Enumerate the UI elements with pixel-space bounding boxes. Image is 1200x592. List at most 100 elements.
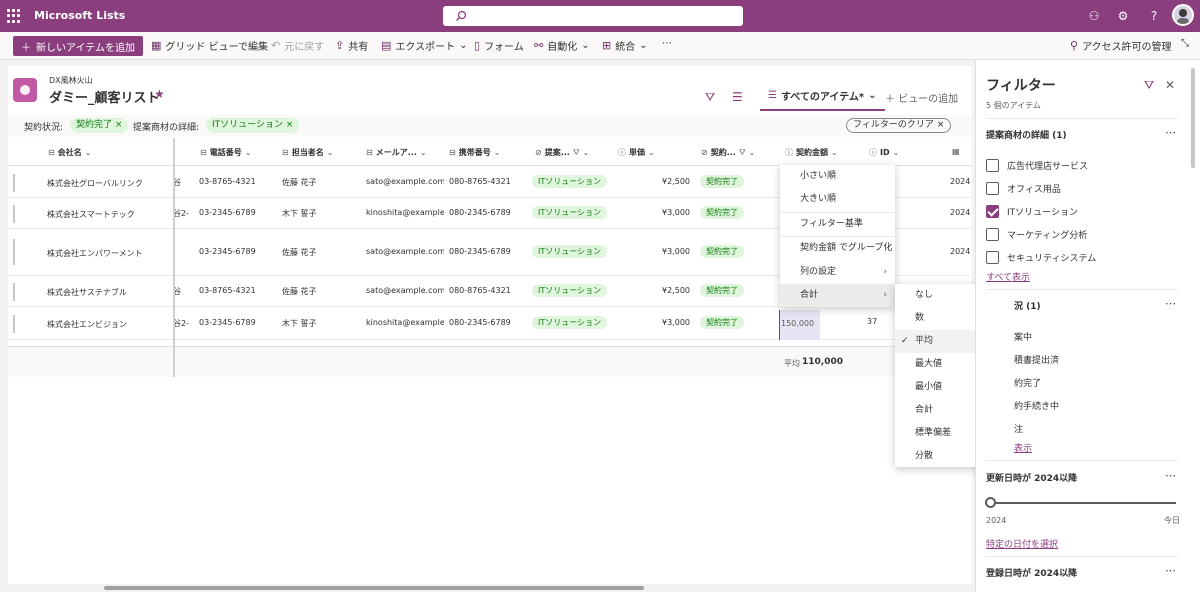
phone-cell: 03-2345-6789 <box>199 247 256 256</box>
group-by-item[interactable]: 契約金額 でグループ化 <box>780 237 895 260</box>
close-icon[interactable]: ✕ <box>1165 78 1175 92</box>
more-options-icon[interactable]: ⋯ <box>1165 126 1176 139</box>
option-office-supplies[interactable]: オフィス用品 <box>986 181 1061 195</box>
horizontal-scrollbar[interactable] <box>104 586 644 590</box>
status-tag: 契約完了 <box>700 206 744 219</box>
clear-filter-icon[interactable]: ⛛ <box>1144 78 1154 93</box>
checkbox[interactable] <box>986 158 999 172</box>
col-id[interactable]: ⓘ ID ⌄ <box>869 147 899 158</box>
more-options-icon[interactable]: ⋯ <box>1165 469 1176 482</box>
chevron-down-icon: ⌄ <box>581 40 590 51</box>
col-company[interactable]: ⊟ 会社名 ⌄ <box>48 147 91 158</box>
calendar-icon[interactable]: ▦ <box>952 147 960 156</box>
date-slider-handle[interactable] <box>985 497 996 508</box>
row-selector[interactable] <box>13 205 15 223</box>
option-marketing[interactable]: マーケティング分析 <box>986 227 1087 241</box>
people-icon[interactable]: ⚇ <box>1086 8 1102 24</box>
close-icon[interactable]: × <box>115 120 123 130</box>
help-icon[interactable]: ? <box>1146 8 1162 24</box>
sort-ascending-item[interactable]: 小さい順 <box>780 165 895 188</box>
status-option[interactable]: 案中 <box>1014 330 1032 344</box>
row-selector[interactable] <box>13 239 15 265</box>
totals-row: 平均 110,000 <box>8 346 972 377</box>
status-option[interactable]: 約完了 <box>1014 376 1041 390</box>
email-cell[interactable]: kinoshita@example... <box>366 208 444 217</box>
more-button[interactable]: ⋯ <box>662 38 672 49</box>
site-name[interactable]: DX風林火山 <box>49 75 93 86</box>
status-option[interactable]: 注 <box>1014 422 1023 436</box>
row-selector[interactable] <box>13 283 15 301</box>
grid-edit-button[interactable]: ▦ グリッド ビューで編集 <box>151 38 268 53</box>
date-slider-track[interactable] <box>990 502 1176 504</box>
forms-button[interactable]: ▯ フォーム <box>474 38 524 53</box>
show-all-link[interactable]: 表示 <box>1014 441 1032 454</box>
add-view-button[interactable]: ＋ ビューの追加 <box>885 90 958 105</box>
totals-item[interactable]: 合計 › <box>780 284 895 307</box>
slider-max-label: 今日 <box>1164 516 1180 525</box>
email-cell[interactable]: sato@example.com <box>366 286 444 295</box>
checkbox[interactable] <box>986 181 999 195</box>
filter-icon[interactable]: ⛛ <box>705 90 715 105</box>
share-button[interactable]: ⇪ 共有 <box>335 38 368 53</box>
col-contract[interactable]: ⊘ 契約... ⛛ ⌄ <box>701 147 755 158</box>
favorite-star-icon[interactable]: ★ <box>154 87 165 101</box>
undo-icon: ↶ <box>271 39 281 52</box>
status-option[interactable]: 積書提出済 <box>1014 353 1059 367</box>
col-person[interactable]: ⊟ 担当者名 ⌄ <box>282 147 333 158</box>
option-security[interactable]: セキュリティシステム <box>986 250 1096 264</box>
option-it-solution[interactable]: ITソリューション <box>986 204 1078 218</box>
more-options-icon[interactable]: ⋯ <box>1165 297 1176 310</box>
sort-descending-item[interactable]: 大きい順 <box>780 188 895 211</box>
company-cell: 株式会社エンビジョン <box>47 320 127 329</box>
col-phone[interactable]: ⊟ 電話番号 ⌄ <box>200 147 251 158</box>
option-ad-agency[interactable]: 広告代理店サービス <box>986 158 1088 172</box>
app-title[interactable]: Microsoft Lists <box>34 9 125 22</box>
email-cell[interactable]: sato@example.com <box>366 247 444 256</box>
undo-button[interactable]: ↶ 元に戻す <box>271 38 324 53</box>
pane-scrollbar[interactable] <box>1191 68 1195 168</box>
product-filter-pill[interactable]: ITソリューション × <box>206 118 300 133</box>
tab-all-items[interactable]: ☰ すべてのアイテム* ⌄ <box>760 81 885 111</box>
product-section-title[interactable]: 提案商材の詳細 (1) <box>986 128 1067 141</box>
date-cell: 2024 <box>950 247 970 256</box>
email-cell[interactable]: kinoshita@example... <box>366 318 444 327</box>
settings-icon[interactable]: ⚙ <box>1115 8 1131 24</box>
list-title[interactable]: ダミー_顧客リスト <box>49 87 160 106</box>
view-options-icon[interactable]: ☰ <box>732 90 743 104</box>
created-section-title[interactable]: 登録日時が 2024以降 <box>986 566 1077 579</box>
address-cell: 谷2- <box>173 209 189 218</box>
status-filter-pill[interactable]: 契約完了 × <box>70 118 129 133</box>
avatar[interactable] <box>1172 4 1194 26</box>
integrate-label: 統合 <box>615 42 636 53</box>
col-unit-price[interactable]: ⓘ 単価 ⌄ <box>618 147 655 158</box>
select-date-link[interactable]: 特定の日付を選択 <box>986 537 1058 550</box>
row-selector[interactable] <box>13 315 15 333</box>
table-row[interactable]: 株式会社エンビジョン 谷2- 03-2345-6789 木下 誓子 kinosh… <box>8 307 972 340</box>
more-options-icon[interactable]: ⋯ <box>1165 564 1176 577</box>
clear-filters-button[interactable]: フィルターのクリア × <box>846 118 952 133</box>
export-button[interactable]: ▤ エクスポート ⌄ <box>381 38 468 53</box>
app-launcher-icon[interactable] <box>7 9 21 23</box>
row-selector[interactable] <box>13 174 15 192</box>
col-email[interactable]: ⊟ メールア... ⌄ <box>366 147 427 158</box>
collapse-icon[interactable]: ⤡ <box>1181 38 1189 49</box>
col-proposal[interactable]: ⊘ 提案... ⛛ ⌄ <box>535 147 589 158</box>
close-icon[interactable]: × <box>286 120 294 130</box>
col-amount[interactable]: ⓘ 契約金額 ⌄ <box>785 147 838 158</box>
status-option[interactable]: 約手続き中 <box>1014 399 1059 413</box>
checkbox-checked[interactable] <box>986 204 999 218</box>
checkbox[interactable] <box>986 250 999 264</box>
show-all-link[interactable]: すべて表示 <box>986 270 1030 283</box>
status-section-title[interactable]: 況 (1) <box>1014 299 1041 312</box>
automate-button[interactable]: ⚯ 自動化 ⌄ <box>534 38 590 53</box>
col-mobile[interactable]: ⊟ 携帯番号 ⌄ <box>449 147 500 158</box>
integrate-button[interactable]: ⊞ 統合 ⌄ <box>602 38 648 53</box>
filter-by-item[interactable]: フィルター基準 <box>780 213 895 236</box>
manage-access-button[interactable]: ⚲ アクセス許可の管理 <box>1070 38 1172 53</box>
checkbox[interactable] <box>986 227 999 241</box>
modified-section-title[interactable]: 更新日時が 2024以降 <box>986 471 1077 484</box>
email-cell[interactable]: sato@example.com <box>366 177 444 186</box>
search-input[interactable] <box>443 6 743 26</box>
column-settings-item[interactable]: 列の設定 › <box>780 261 895 284</box>
new-item-button[interactable]: ＋ 新しいアイテムを追加 <box>13 36 143 56</box>
